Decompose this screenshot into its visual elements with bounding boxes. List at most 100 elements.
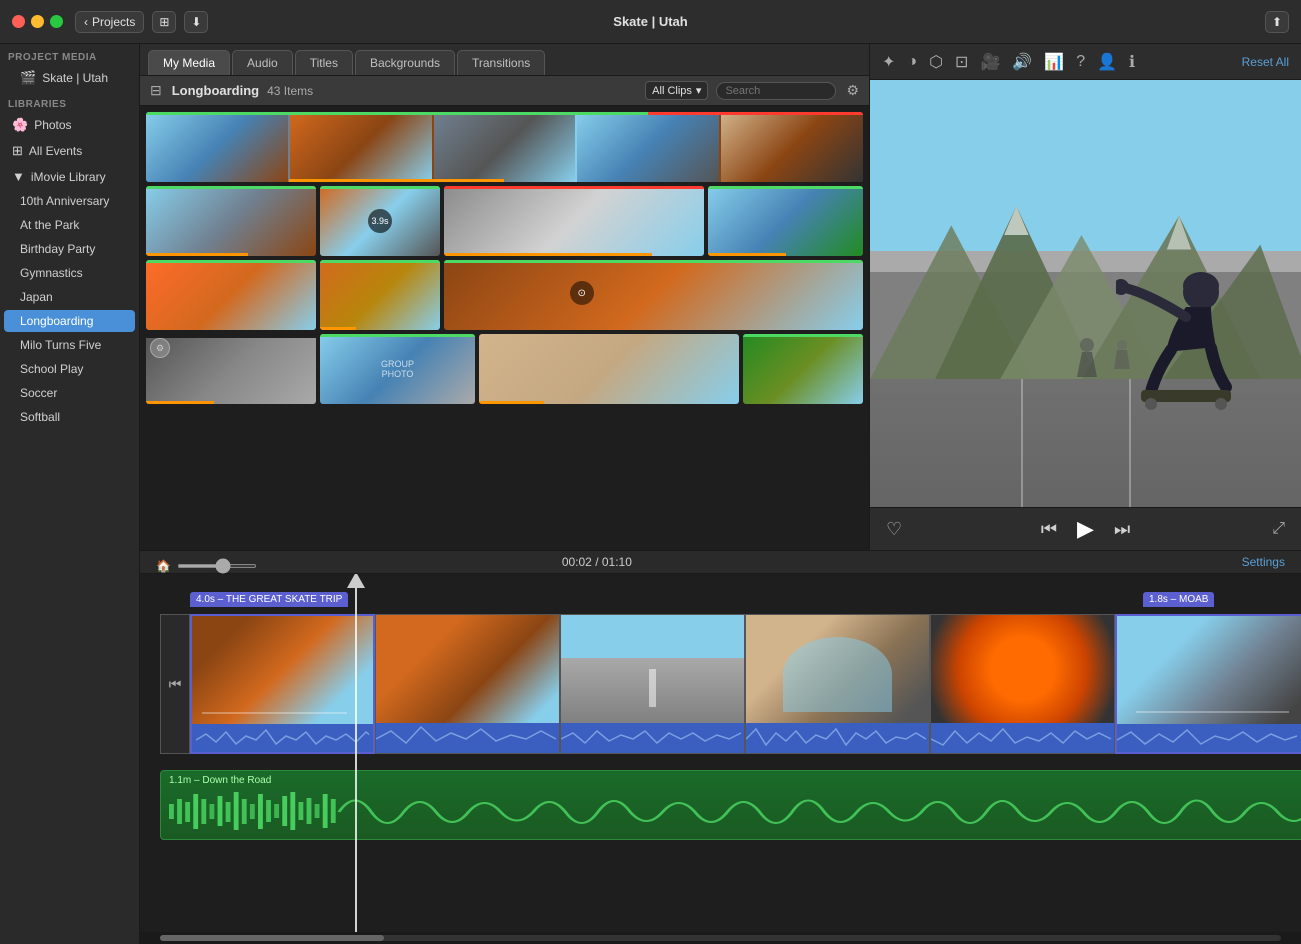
tab-transitions[interactable]: Transitions [457,50,545,75]
video-track-container: 4.0s – THE GREAT SKATE TRIP 1.8s – MOAB … [160,614,1301,754]
sidebar-item-gymnastics[interactable]: Gymnastics [4,262,135,284]
timeline-header: 🏠 00:02 / 01:10 Settings [140,550,1301,574]
zoom-slider[interactable] [177,564,257,568]
timeline-scrollbar[interactable] [160,935,1281,941]
audio-track-container: 1.1m – Down the Road [160,770,1301,840]
sidebar-item-soccer[interactable]: Soccer [4,382,135,404]
volume-icon[interactable]: 🔊 [1012,52,1032,72]
media-thumb-filmstrip-1[interactable] [146,112,863,182]
media-thumb-3a[interactable] [146,260,316,330]
media-thumb-3b[interactable] [320,260,440,330]
help-icon[interactable]: ? [1076,53,1085,71]
search-input[interactable] [716,82,836,100]
libraries-label: LIBRARIES [0,91,139,112]
sidebar-item-birthday[interactable]: Birthday Party [4,238,135,260]
media-thumb-4b[interactable]: GROUPPHOTO [320,334,475,404]
media-thumb-4a[interactable]: ⚙ [146,334,316,404]
play-button[interactable]: ▶ [1077,516,1094,542]
chart-icon[interactable]: 📊 [1044,52,1064,72]
media-filter-dropdown[interactable]: All Clips ▾ [645,81,708,100]
media-thumb-4c[interactable] [479,334,739,404]
video-clip-5[interactable] [930,614,1115,754]
video-preview [870,80,1301,507]
export-button[interactable]: ⬆ [1265,11,1289,33]
viewer-panel: ✦ ◑ ⬡ ⊡ 🎥 🔊 📊 ? 👤 ℹ Reset All [870,44,1301,550]
media-row-1 [146,112,863,182]
audio-waveform [169,784,1301,839]
expand-button[interactable]: ⤢ [1272,520,1285,538]
media-thumb-4d[interactable] [743,334,863,404]
timeline-scrollbar-thumb[interactable] [160,935,384,941]
media-thumb-3c[interactable]: ⊙ [444,260,863,330]
download-button[interactable]: ⬇ [184,11,208,33]
grid-toggle-icon[interactable]: ⊟ [148,80,164,101]
close-button[interactable] [12,15,25,28]
timeline-tracks: 4.0s – THE GREAT SKATE TRIP 1.8s – MOAB … [140,574,1301,932]
video-clip-1[interactable] [190,614,375,754]
tab-backgrounds[interactable]: Backgrounds [355,50,455,75]
color-icon[interactable]: ◑ [907,53,917,71]
media-row-4: ⚙ GROUPPHOTO [146,334,863,404]
sidebar-item-softball[interactable]: Softball [4,406,135,428]
settings-icon[interactable]: ⚙ [844,80,861,101]
media-row-3: ⊙ [146,260,863,330]
waveform-6 [1117,724,1301,754]
timeline-scroll[interactable]: 4.0s – THE GREAT SKATE TRIP 1.8s – MOAB … [140,574,1301,932]
video-track: ⏮ [160,614,1301,754]
tab-my-media[interactable]: My Media [148,50,230,75]
tab-audio[interactable]: Audio [232,50,293,75]
info-icon[interactable]: ℹ [1129,52,1135,72]
magic-wand-icon[interactable]: ✦ [882,52,895,72]
timeline-area: 4.0s – THE GREAT SKATE TRIP 1.8s – MOAB … [140,574,1301,944]
timecode-display: 00:02 / 01:10 [562,555,632,569]
media-thumb-2d[interactable] [708,186,863,256]
sidebar-item-milo[interactable]: Milo Turns Five [4,334,135,356]
project-media-label: PROJECT MEDIA [0,44,139,65]
projects-button[interactable]: ‹ Projects [75,11,144,33]
crop-icon[interactable]: ⊡ [955,52,968,72]
media-thumb-2c[interactable] [444,186,704,256]
favorite-button[interactable]: ♡ [886,519,902,540]
track-prev-button[interactable]: ⏮ [160,614,190,754]
sidebar-item-longboarding[interactable]: Longboarding [4,310,135,332]
traffic-lights [12,15,63,28]
rewind-button[interactable]: ⏮ [1041,519,1057,540]
sidebar-item-photos[interactable]: 🌸 Photos [4,113,135,137]
main-content: PROJECT MEDIA 🎬 Skate | Utah LIBRARIES 🌸… [0,44,1301,944]
sidebar-item-imovie-library[interactable]: ▼ iMovie Library [4,165,135,188]
reset-all-button[interactable]: Reset All [1242,55,1289,69]
video-clip-2[interactable] [375,614,560,754]
sidebar: PROJECT MEDIA 🎬 Skate | Utah LIBRARIES 🌸… [0,44,140,944]
waveform-1 [196,726,369,754]
media-thumb-2a[interactable] [146,186,316,256]
media-grid: 3.9s [140,106,869,550]
camera-icon[interactable]: 🎥 [980,52,1000,72]
waveform-4 [746,723,929,754]
fast-forward-button[interactable]: ⏭ [1114,519,1130,540]
grid-view-button[interactable]: ⊞ [152,11,176,33]
minimize-button[interactable] [31,15,44,28]
palette-icon[interactable]: ⬡ [929,52,943,72]
sidebar-item-all-events[interactable]: ⊞ All Events [4,139,135,163]
zoom-icon: 🏠 [156,559,171,573]
sidebar-item-anniversary[interactable]: 10th Anniversary [4,190,135,212]
fullscreen-button[interactable] [50,15,63,28]
film-icon: 🎬 [20,70,36,86]
sidebar-item-project[interactable]: 🎬 Skate | Utah [4,66,135,90]
clip2-title-bar: 1.8s – MOAB [1143,592,1214,607]
person-icon[interactable]: 👤 [1097,52,1117,72]
tab-titles[interactable]: Titles [295,50,353,75]
audio-clip[interactable]: 1.1m – Down the Road [160,770,1301,840]
sidebar-item-at-park[interactable]: At the Park [4,214,135,236]
sidebar-item-japan[interactable]: Japan [4,286,135,308]
bg-skater-1 [1067,337,1107,397]
back-icon: ‹ [84,15,88,29]
sidebar-item-school-play[interactable]: School Play [4,358,135,380]
video-clip-3[interactable] [560,614,745,754]
settings-button[interactable]: Settings [1242,555,1285,569]
video-clip-4[interactable] [745,614,930,754]
video-clip-6[interactable] [1115,614,1301,754]
playback-controls: ♡ ⏮ ▶ ⏭ ⤢ [870,507,1301,550]
upper-area: My Media Audio Titles Backgrounds Transi… [140,44,1301,550]
media-thumb-2b[interactable]: 3.9s [320,186,440,256]
